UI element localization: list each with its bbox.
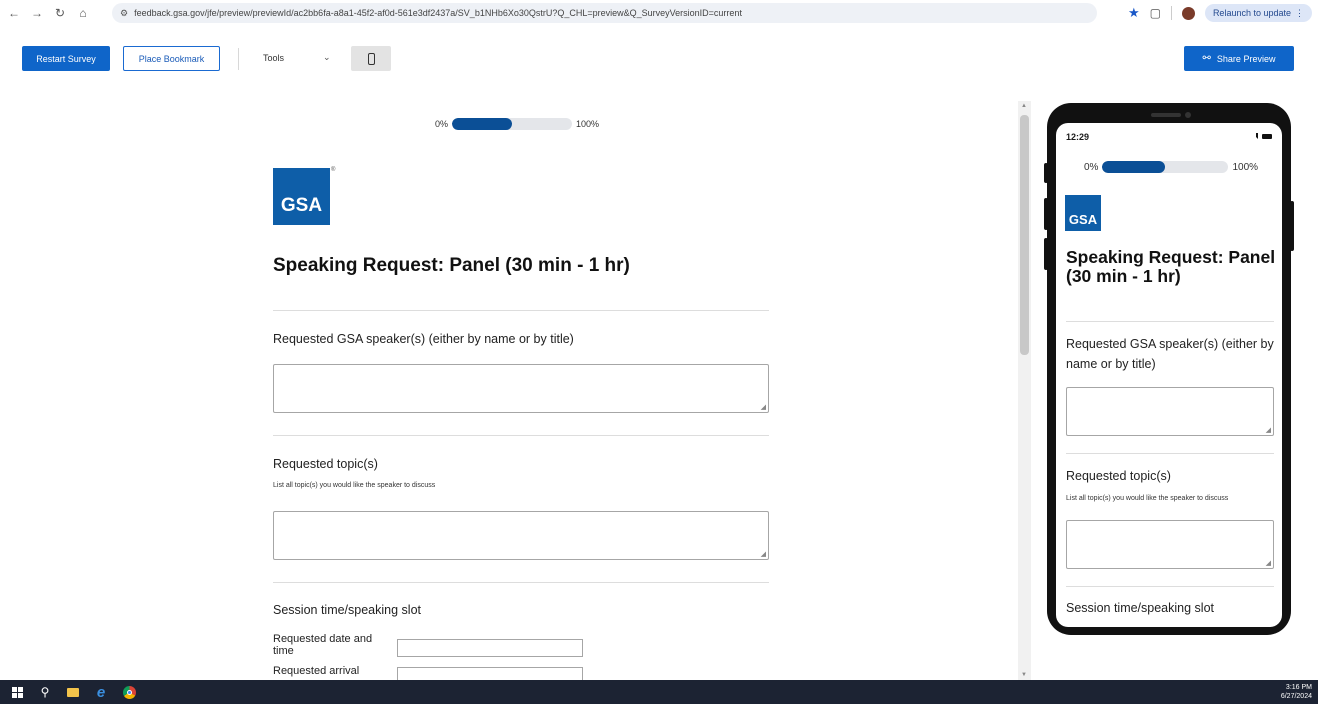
- phone-divider: [1066, 321, 1274, 322]
- back-icon[interactable]: ←: [5, 4, 23, 22]
- phone-camera: [1185, 112, 1191, 118]
- clock-time: 3:16 PM: [1285, 684, 1312, 691]
- scroll-down-icon[interactable]: ▼: [1021, 672, 1027, 678]
- speakers-textarea[interactable]: ◢: [273, 364, 769, 413]
- question-label-topics: Requested topic(s): [273, 457, 378, 471]
- scroll-up-icon[interactable]: ▲: [1021, 103, 1027, 109]
- phone-divider: [1066, 453, 1274, 454]
- question-label-speakers: Requested GSA speaker(s) (either by name…: [273, 332, 574, 346]
- phone-progress-fill: [1102, 161, 1166, 173]
- divider: [273, 435, 769, 436]
- file-explorer-icon[interactable]: [62, 680, 84, 704]
- survey-title: Speaking Request: Panel (30 min - 1 hr): [273, 255, 630, 276]
- phone-speaker: [1151, 113, 1181, 117]
- more-menu-icon: ⋮: [1295, 7, 1304, 18]
- phone-screen: 12:29 0% 100% GSA Speaking Request: Pane…: [1056, 123, 1282, 627]
- relaunch-label: Relaunch to update: [1212, 8, 1291, 18]
- site-info-icon[interactable]: ⚙: [120, 8, 128, 19]
- progress-fill: [452, 118, 513, 130]
- progress-start-label: 0%: [435, 119, 449, 129]
- phone-question-label-speakers: Requested GSA speaker(s) (either by name…: [1066, 337, 1274, 371]
- preview-scrollbar[interactable]: ▲ ▼: [1018, 101, 1031, 680]
- phone-side-button: [1044, 198, 1048, 230]
- question-help-topics: List all topic(s) you would like the spe…: [273, 482, 436, 489]
- phone-status-icons: [1250, 133, 1272, 139]
- phone-progress-start-label: 0%: [1084, 161, 1099, 173]
- mobile-preview-frame: 12:29 0% 100% GSA Speaking Request: Pane…: [1044, 103, 1294, 635]
- reload-icon[interactable]: ↻: [51, 4, 69, 22]
- chrome-browser-icon[interactable]: [118, 680, 140, 704]
- mobile-preview-toggle[interactable]: [351, 46, 391, 71]
- clock-date: 6/27/2024: [1280, 693, 1312, 700]
- registered-mark: ®: [331, 167, 336, 173]
- question-label-session: Session time/speaking slot: [273, 603, 421, 617]
- resize-handle-icon[interactable]: ◢: [761, 403, 766, 411]
- scroll-thumb[interactable]: [1020, 115, 1029, 355]
- extensions-icon[interactable]: ▢: [1150, 6, 1161, 20]
- system-clock[interactable]: 3:16 PM 6/27/2024: [1281, 683, 1312, 701]
- phone-progress-track: [1102, 161, 1229, 173]
- phone-gsa-logo: GSA: [1065, 195, 1101, 231]
- field-label-arrival: Requested arrival: [273, 665, 360, 677]
- topics-textarea[interactable]: ◢: [273, 511, 769, 560]
- phone-side-button: [1290, 201, 1294, 251]
- toolbar-divider: [238, 48, 239, 70]
- address-bar[interactable]: ⚙ feedback.gsa.gov/jfe/preview/previewId…: [112, 3, 1097, 23]
- screen: ← → ↻ ⌂ ⚙ feedback.gsa.gov/jfe/preview/p…: [0, 0, 1318, 704]
- home-icon[interactable]: ⌂: [74, 4, 92, 22]
- phone-speakers-textarea[interactable]: ◢: [1066, 387, 1274, 436]
- windows-taskbar: ⚲ e 3:16 PM 6/27/2024: [0, 680, 1318, 704]
- resize-handle-icon[interactable]: ◢: [1266, 426, 1271, 434]
- share-icon: ⚯: [1202, 53, 1211, 64]
- phone-question-label-session: Session time/speaking slot: [1066, 601, 1214, 615]
- phone-clock: 12:29: [1066, 132, 1090, 142]
- bookmark-star-icon[interactable]: ★: [1128, 5, 1140, 21]
- gsa-logo: GSA: [273, 168, 330, 225]
- phone-survey-title: Speaking Request: Panel (30 min - 1 hr): [1066, 247, 1276, 286]
- place-bookmark-button[interactable]: Place Bookmark: [123, 46, 220, 71]
- phone-divider: [1066, 586, 1274, 587]
- tools-dropdown[interactable]: Tools: [263, 53, 284, 63]
- phone-question-label-topics: Requested topic(s): [1066, 469, 1171, 483]
- divider: [273, 582, 769, 583]
- share-preview-button[interactable]: ⚯ Share Preview: [1184, 46, 1294, 71]
- phone-side-button: [1044, 163, 1048, 183]
- signal-icon: [1250, 133, 1258, 139]
- relaunch-button[interactable]: Relaunch to update ⋮: [1204, 4, 1312, 22]
- field-label-date-time: Requested date and time: [273, 633, 373, 657]
- phone-progress-end-label: 100%: [1232, 161, 1259, 173]
- progress-track: [452, 118, 573, 130]
- date-time-input[interactable]: [397, 639, 583, 657]
- phone-question-help-topics: List all topic(s) you would like the spe…: [1066, 495, 1229, 502]
- battery-icon: [1262, 133, 1272, 139]
- resize-handle-icon[interactable]: ◢: [761, 550, 766, 558]
- profile-avatar[interactable]: [1181, 6, 1195, 20]
- share-preview-label: Share Preview: [1216, 53, 1276, 64]
- chevron-down-icon[interactable]: ⌄: [323, 52, 331, 63]
- phone-progress-bar: 0% 100%: [1084, 161, 1258, 173]
- windows-start-icon[interactable]: [6, 680, 28, 704]
- forward-icon[interactable]: →: [28, 4, 46, 22]
- progress-end-label: 100%: [576, 119, 600, 129]
- preview-toolbar: Restart Survey Place Bookmark Tools ⌄ ⚯ …: [0, 40, 1318, 78]
- resize-handle-icon[interactable]: ◢: [1266, 559, 1271, 567]
- phone-side-button: [1044, 238, 1048, 270]
- phone-topics-textarea[interactable]: ◢: [1066, 520, 1274, 569]
- divider: [273, 310, 769, 311]
- progress-bar: 0% 100%: [435, 117, 599, 131]
- toolbar-separator: [1170, 6, 1172, 20]
- arrival-input[interactable]: [397, 667, 583, 680]
- url-text: feedback.gsa.gov/jfe/preview/previewId/a…: [134, 8, 742, 18]
- desktop-preview: 0% 100% GSA ® Speaking Request: Panel (3…: [0, 90, 1018, 680]
- search-icon[interactable]: ⚲: [34, 680, 56, 704]
- restart-survey-button[interactable]: Restart Survey: [22, 46, 110, 71]
- browser-toolbar: ← → ↻ ⌂ ⚙ feedback.gsa.gov/jfe/preview/p…: [0, 0, 1318, 26]
- phone-icon: [367, 52, 375, 65]
- browser-actions: ★ ▢ Relaunch to update ⋮: [1128, 3, 1312, 23]
- edge-browser-icon[interactable]: e: [90, 680, 112, 704]
